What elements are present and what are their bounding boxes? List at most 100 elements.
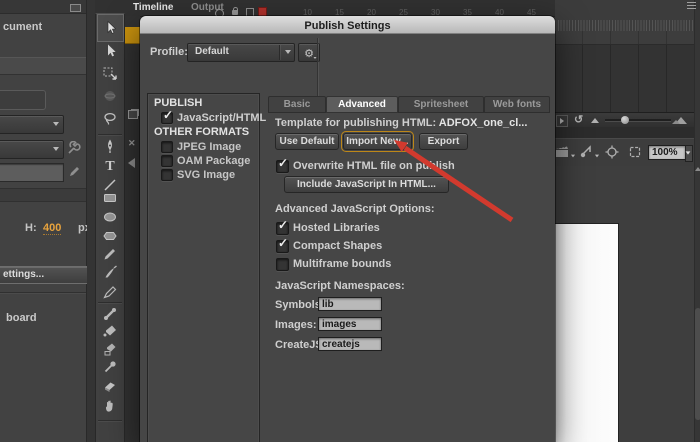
pen-tool-button[interactable] xyxy=(97,137,123,155)
paint-brush-tool-button[interactable] xyxy=(97,283,123,301)
publish-settings-dialog: Publish Settings Profile: Default ⚙ PUBL… xyxy=(140,16,555,442)
fps-stepper-stub[interactable] xyxy=(0,90,46,110)
selection-tool-button[interactable] xyxy=(97,14,124,42)
overwrite-checkbox[interactable]: ✓ xyxy=(276,160,289,173)
format-label: JavaScript/HTML xyxy=(177,112,266,124)
multiframe-bounds-checkbox[interactable] xyxy=(276,258,289,271)
format-checkbox[interactable] xyxy=(161,155,173,167)
panel-gap xyxy=(555,127,694,138)
polystar-tool-button[interactable] xyxy=(97,227,123,245)
tab-web-fonts[interactable]: Web fonts xyxy=(484,96,550,113)
lasso-tool-button[interactable] xyxy=(97,110,123,128)
bone-tool-button[interactable] xyxy=(97,305,123,323)
polystar-icon xyxy=(102,228,118,244)
format-checkbox[interactable]: ✓ xyxy=(161,112,173,124)
hosted-libraries-label[interactable]: Hosted Libraries xyxy=(293,222,380,234)
subselection-tool-button[interactable] xyxy=(97,42,123,60)
eraser-tool-button[interactable] xyxy=(97,377,123,395)
timeline-ruler[interactable]: 55 60 65 70 xyxy=(555,0,694,31)
template-label-text: Template for publishing HTML: xyxy=(275,117,436,129)
document-dropdown-2[interactable] xyxy=(0,140,64,159)
center-stage-crosshair-icon[interactable] xyxy=(605,145,619,159)
format-checkbox[interactable] xyxy=(161,169,173,181)
template-value: ADFOX_one_cl... xyxy=(439,117,528,129)
stage-zoom-field[interactable]: 100% xyxy=(648,145,686,160)
3d-rotation-tool-button[interactable] xyxy=(97,87,123,105)
tab-spritesheet[interactable]: Spritesheet xyxy=(398,96,484,113)
use-default-label: Use Default xyxy=(279,136,334,147)
export-button[interactable]: Export xyxy=(419,133,468,150)
close-icon[interactable]: ✕ xyxy=(128,138,136,149)
stage-zoom-dropdown-button[interactable] xyxy=(685,145,693,162)
overwrite-checkbox-label[interactable]: Overwrite HTML file on publish xyxy=(293,160,455,172)
stage[interactable] xyxy=(552,223,619,442)
timeline-status-bar: ↺ xyxy=(555,112,694,128)
loop-icon[interactable]: ↺ xyxy=(574,113,583,126)
stage-text-input[interactable] xyxy=(0,163,64,182)
timeline-zoom-slider-handle[interactable] xyxy=(621,116,629,124)
format-item-javascript-html[interactable]: ✓ JavaScript/HTML xyxy=(148,111,259,125)
createjs-input[interactable] xyxy=(318,337,382,351)
include-javascript-button[interactable]: Include JavaScript In HTML... xyxy=(284,176,449,193)
oval-icon xyxy=(102,209,118,225)
free-transform-tool-button[interactable] xyxy=(97,64,123,82)
multiframe-bounds-label[interactable]: Multiframe bounds xyxy=(293,258,391,270)
pencil-tool-button[interactable] xyxy=(97,245,123,263)
publish-settings-button[interactable]: ettings... xyxy=(0,266,92,284)
center-frame-button[interactable] xyxy=(556,115,568,127)
eyedropper-tool-button[interactable] xyxy=(97,358,123,376)
import-new-button[interactable]: Import New... xyxy=(343,133,412,150)
vertical-scrollbar[interactable] xyxy=(694,0,700,442)
tab-label: Advanced xyxy=(338,99,386,110)
dialog-titlebar[interactable]: Publish Settings xyxy=(140,16,555,34)
wrench-icon[interactable] xyxy=(66,141,81,156)
profile-dropdown[interactable]: Default xyxy=(187,43,295,62)
hosted-libraries-checkbox[interactable]: ✓ xyxy=(276,222,289,235)
pencil-edit-icon[interactable] xyxy=(68,165,81,178)
toolbar-divider xyxy=(98,134,122,135)
text-tool-button[interactable]: T xyxy=(97,158,123,176)
chevron-down-icon xyxy=(53,147,59,151)
board-label-fragment: board xyxy=(6,312,37,324)
advanced-options-label: Advanced JavaScript Options: xyxy=(275,203,435,215)
scroll-up-icon[interactable] xyxy=(695,167,700,171)
format-item-oam[interactable]: OAM Package xyxy=(148,154,259,168)
collapse-left-arrow-icon[interactable] xyxy=(128,158,135,168)
format-item-svg[interactable]: SVG Image xyxy=(148,168,259,182)
scene-clapperboard-icon[interactable] xyxy=(555,145,569,158)
scrollbar-thumb[interactable] xyxy=(695,308,700,420)
check-icon: ✓ xyxy=(278,219,288,231)
clip-content-bounds-icon[interactable] xyxy=(628,145,642,159)
edit-symbols-icon[interactable] xyxy=(579,145,593,158)
oval-tool-button[interactable] xyxy=(97,208,123,226)
publish-header: PUBLISH xyxy=(154,97,202,109)
tab-basic[interactable]: Basic xyxy=(268,96,326,113)
images-input[interactable] xyxy=(318,317,382,331)
compact-shapes-label[interactable]: Compact Shapes xyxy=(293,240,382,252)
chevron-down-icon xyxy=(686,151,691,154)
use-default-button[interactable]: Use Default xyxy=(275,133,339,150)
timeline-zoom-slider-track[interactable] xyxy=(605,119,671,121)
paint-bucket-tool-button[interactable] xyxy=(97,322,123,340)
hand-tool-button[interactable] xyxy=(97,397,123,415)
format-item-jpeg[interactable]: JPEG Image xyxy=(148,140,259,154)
panel-menu-icon[interactable] xyxy=(687,2,696,9)
section-row[interactable] xyxy=(0,57,86,75)
tab-timeline[interactable]: Timeline xyxy=(133,2,173,13)
rectangle-tool-button[interactable] xyxy=(97,189,123,207)
brush-tool-button[interactable] xyxy=(97,264,123,282)
collapsed-panel-icon[interactable] xyxy=(128,110,138,119)
ink-bottle-tool-button[interactable] xyxy=(97,340,123,358)
timeline-frames-area[interactable] xyxy=(555,31,694,112)
flash-workspace: cument H: 400 px ettings... board Timeli… xyxy=(0,0,700,442)
eyedropper-icon xyxy=(102,359,118,375)
chevron-down-icon xyxy=(53,122,59,126)
panel-flyout-icon[interactable] xyxy=(70,4,81,12)
symbols-input[interactable] xyxy=(318,297,382,311)
format-checkbox[interactable] xyxy=(161,141,173,153)
document-dropdown-1[interactable] xyxy=(0,115,64,134)
tab-advanced[interactable]: Advanced xyxy=(326,96,398,113)
compact-shapes-checkbox[interactable]: ✓ xyxy=(276,240,289,253)
onion-skin-marker-icon[interactable] xyxy=(591,118,599,123)
height-value[interactable]: 400 xyxy=(43,222,61,235)
